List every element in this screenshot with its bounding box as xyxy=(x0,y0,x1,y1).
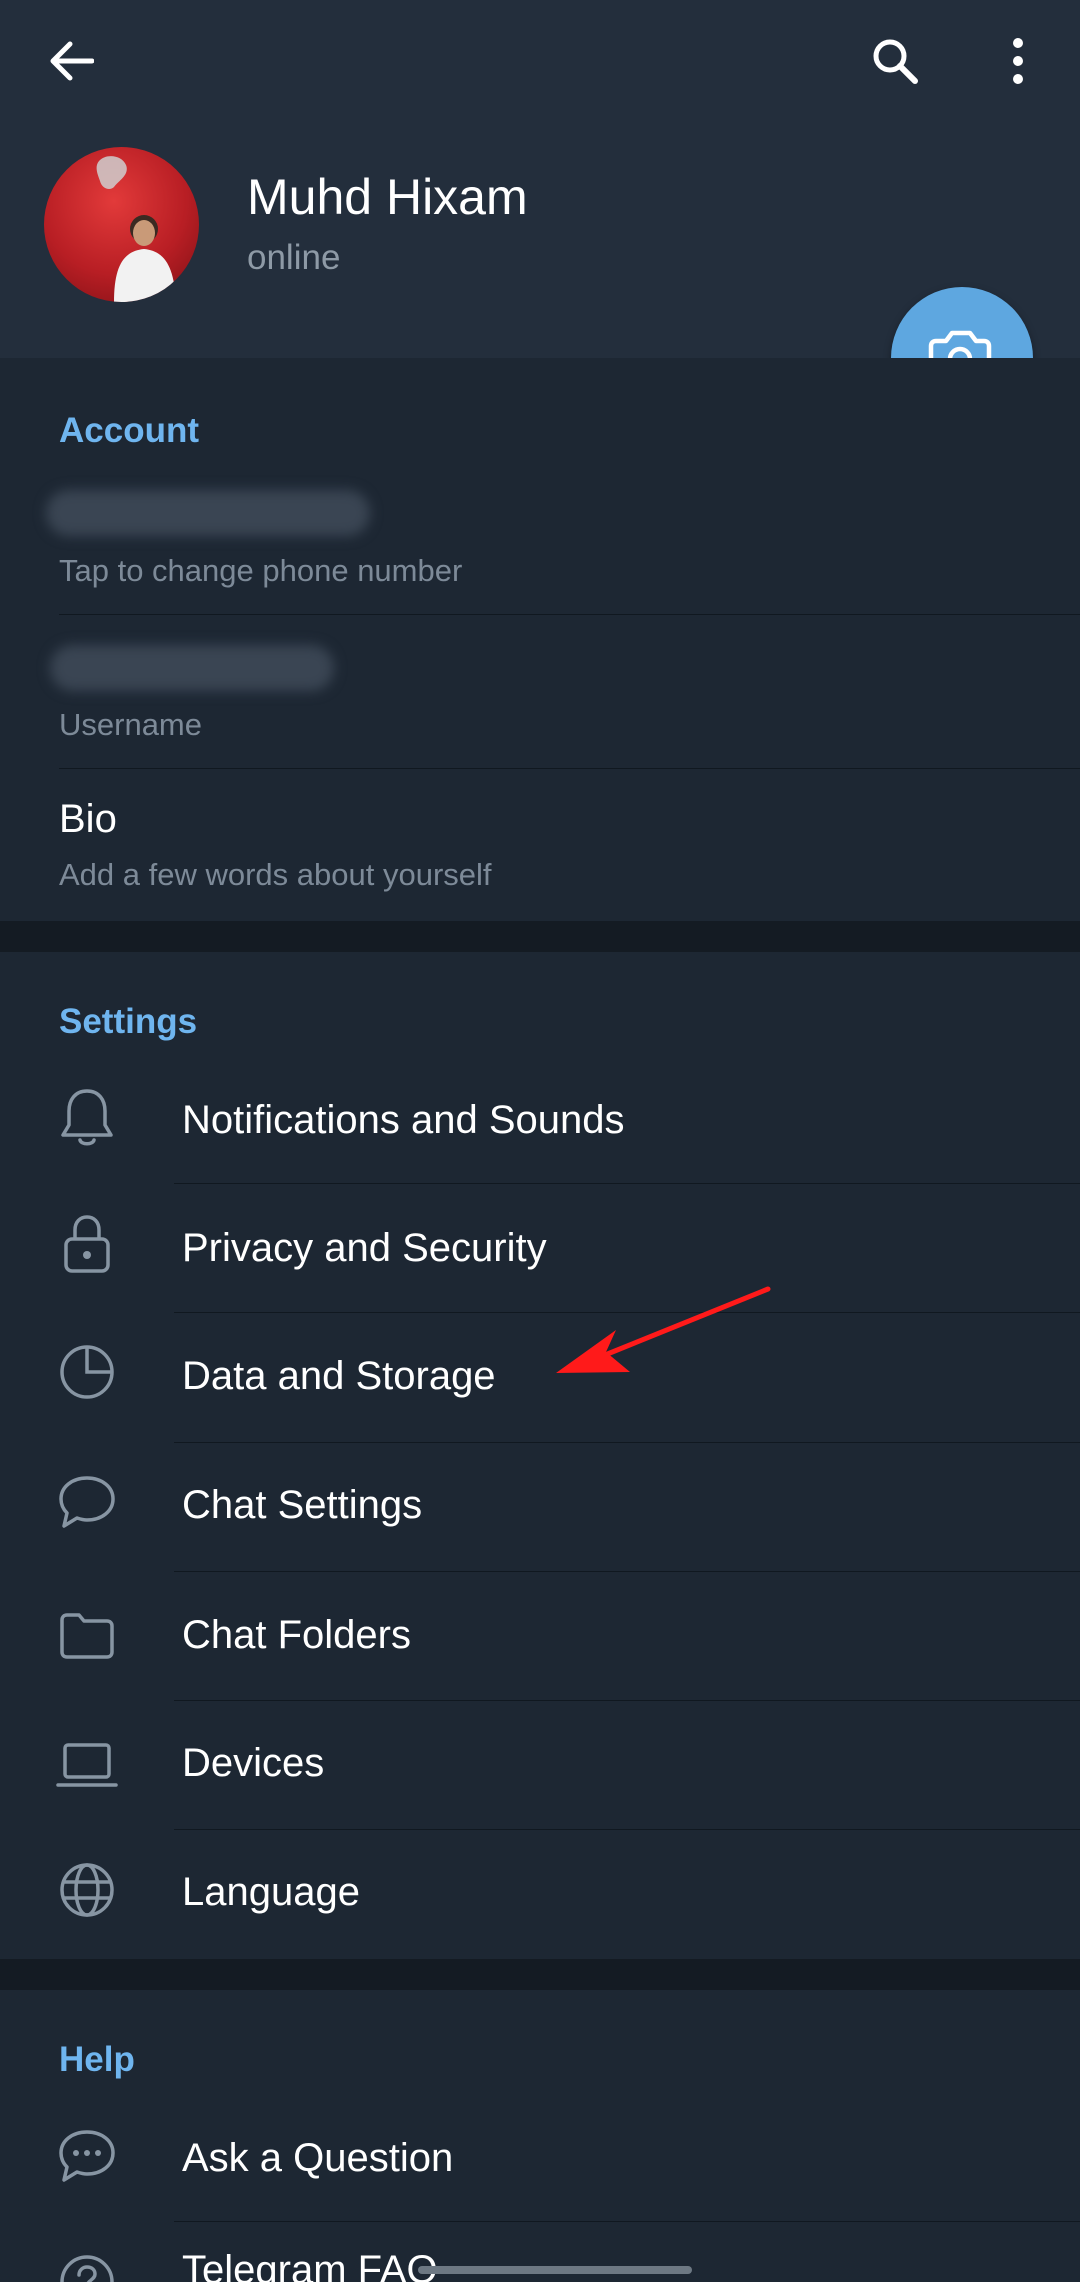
avatar-image xyxy=(96,156,176,302)
section-separator xyxy=(0,1959,1080,1990)
settings-item-label: Notifications and Sounds xyxy=(182,1098,625,1142)
settings-item-chat-settings[interactable]: Chat Settings xyxy=(0,1443,1080,1572)
settings-item-label: Data and Storage xyxy=(182,1354,496,1398)
bell-icon xyxy=(55,1086,119,1150)
profile-status: online xyxy=(247,238,341,277)
more-vertical-icon xyxy=(1013,38,1023,84)
help-item-label: Ask a Question xyxy=(182,2136,454,2180)
bio-label: Bio xyxy=(59,797,117,841)
settings-item-data-storage[interactable]: Data and Storage xyxy=(0,1313,1080,1442)
account-section: Account Tap to change phone number Usern… xyxy=(0,358,1080,921)
account-section-title: Account xyxy=(59,411,199,450)
arrow-left-icon xyxy=(50,41,94,81)
search-icon xyxy=(873,39,918,84)
more-menu-button[interactable] xyxy=(978,21,1058,101)
bio-hint: Add a few words about yourself xyxy=(59,857,492,892)
help-item-label: Telegram FAQ xyxy=(182,2248,438,2282)
settings-item-privacy[interactable]: Privacy and Security xyxy=(0,1184,1080,1313)
search-button[interactable] xyxy=(855,21,935,101)
laptop-icon xyxy=(55,1733,119,1797)
lock-icon xyxy=(55,1212,119,1276)
phone-number-redacted xyxy=(46,490,370,536)
settings-item-label: Chat Settings xyxy=(182,1483,423,1527)
settings-item-notifications[interactable]: Notifications and Sounds xyxy=(0,1054,1080,1183)
username-redacted xyxy=(50,645,334,691)
phone-hint: Tap to change phone number xyxy=(59,553,463,588)
profile-name: Muhd Hixam xyxy=(247,169,528,225)
help-item-ask-question[interactable]: Ask a Question xyxy=(0,2092,1080,2221)
settings-item-label: Privacy and Security xyxy=(182,1226,547,1270)
folder-icon xyxy=(55,1604,119,1668)
help-section-title: Help xyxy=(59,2040,135,2079)
globe-icon xyxy=(55,1858,119,1922)
settings-section: Settings Notifications and Sounds Privac… xyxy=(0,952,1080,1959)
chat-bubble-icon xyxy=(55,1470,119,1534)
help-section: Help Ask a Question Telegram FAQ xyxy=(0,1990,1080,2282)
section-separator xyxy=(0,921,1080,952)
question-icon xyxy=(55,2250,119,2282)
avatar[interactable] xyxy=(44,147,199,302)
settings-item-language[interactable]: Language xyxy=(0,1830,1080,1959)
settings-section-title: Settings xyxy=(59,1002,198,1041)
back-button[interactable] xyxy=(31,21,111,101)
settings-item-label: Chat Folders xyxy=(182,1613,411,1657)
settings-item-devices[interactable]: Devices xyxy=(0,1701,1080,1830)
home-indicator[interactable] xyxy=(418,2266,692,2274)
bio-row[interactable]: Bio Add a few words about yourself xyxy=(0,769,1080,921)
settings-item-label: Devices xyxy=(182,1741,325,1785)
username-hint: Username xyxy=(59,707,202,742)
pie-chart-icon xyxy=(55,1340,119,1404)
phone-row[interactable]: Tap to change phone number xyxy=(0,458,1080,614)
username-row[interactable]: Username xyxy=(0,615,1080,768)
settings-item-label: Language xyxy=(182,1870,360,1914)
settings-item-chat-folders[interactable]: Chat Folders xyxy=(0,1572,1080,1701)
chat-dots-icon xyxy=(55,2124,119,2188)
